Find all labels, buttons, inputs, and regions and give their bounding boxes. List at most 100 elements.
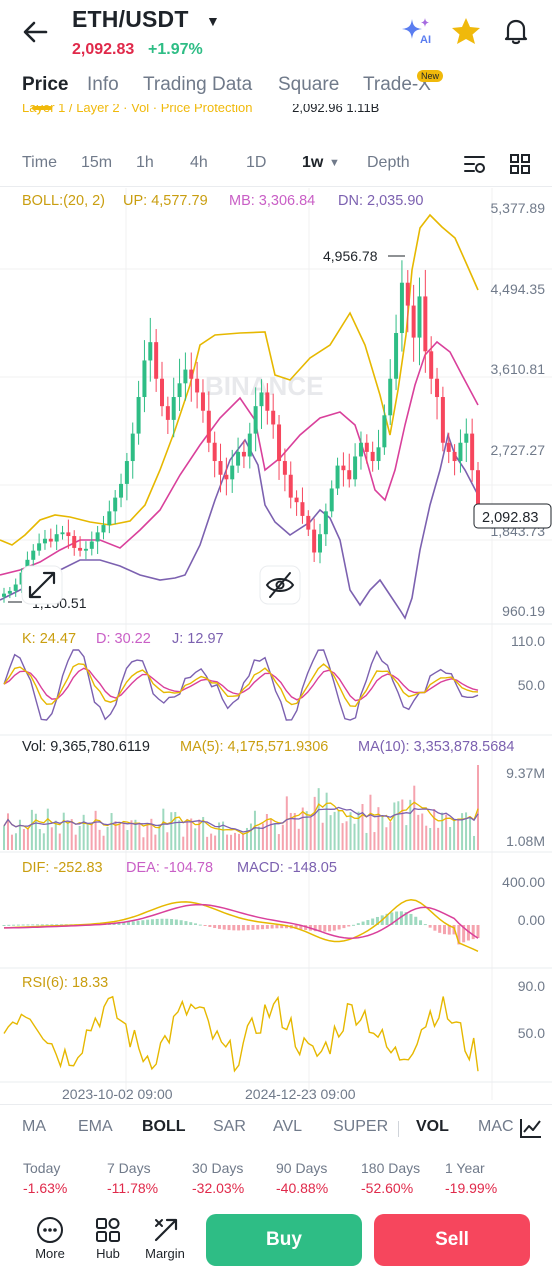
volume-bar [269,818,272,850]
candle-body [405,282,410,306]
volume-bar [3,825,5,850]
indicator-separator [398,1121,399,1137]
tab-trading-data[interactable]: Trading Data [143,74,252,96]
macd-bar [395,911,399,925]
volume-bar [86,823,89,850]
ticker-strip: Layer 1 / Layer 2 · Vol · Price Protecti… [22,104,542,120]
interval-1h[interactable]: 1h [136,154,154,172]
macd-bar [170,919,174,925]
interval-1w[interactable]: 1w [302,154,323,172]
boll-dn: DN: 2,035.90 [338,193,423,209]
volume-bar [285,796,288,850]
candle-body [411,305,416,338]
candle-body [224,474,229,480]
volume-bar [313,796,316,850]
interval-4h[interactable]: 4h [190,154,208,172]
sell-button[interactable]: Sell [374,1214,530,1266]
price-chart[interactable]: BINANCE BOLL:(20, 2) UP: 4,577.79 MB: 3,… [0,188,552,1103]
volume-bar [273,823,276,850]
perf-value-90d: -40.88% [276,1180,329,1196]
candle-body [253,406,258,434]
grid-layout-icon[interactable] [508,152,532,176]
interval-dropdown-icon[interactable]: ▼ [329,157,340,169]
candle-body [388,378,393,416]
volume-bar [397,801,400,850]
candle-body [119,483,124,498]
vol-ma10: MA(10): 3,353,878.5684 [358,739,514,755]
indicator-ema[interactable]: EMA [78,1118,113,1136]
candle-body [2,593,6,597]
indicator-ma[interactable]: MA [22,1118,46,1136]
macd-bar [160,918,164,925]
ai-sparkle-icon[interactable]: AI [400,16,434,46]
macd-bar [241,925,245,931]
macd-histogram [2,911,480,945]
chart-tools-icon[interactable] [518,1116,544,1140]
candle-body [247,433,252,457]
interval-1d[interactable]: 1D [246,154,266,172]
macd-bar [270,925,274,929]
volume-bar [38,829,41,850]
volume-bar [214,835,217,850]
hide-eye-icon[interactable] [259,565,301,605]
candle-body [54,534,59,542]
volume-bar [42,833,45,850]
volume-bar [361,804,364,850]
macd-bar [21,924,25,926]
candle-body [353,456,358,480]
price-axis-label: 2,727.27 [491,442,546,458]
macd-bar [328,925,332,932]
volume-bar [385,827,388,850]
macd-bar [184,921,188,925]
price-axis-label: 3,610.81 [491,361,546,377]
more-icon[interactable] [36,1216,64,1244]
candle-body [72,536,77,548]
interval-time[interactable]: Time [22,154,57,172]
volume-bar [26,827,29,850]
volume-bar [449,826,452,850]
symbol-dropdown-icon[interactable]: ▼ [206,13,220,29]
indicator-settings-icon[interactable] [462,152,488,176]
interval-depth[interactable]: Depth [367,154,410,172]
notification-bell-icon[interactable] [500,16,532,46]
volume-bar [389,821,392,850]
more-label[interactable]: More [22,1246,78,1261]
candle-body [206,410,211,443]
macd-bar [155,918,159,925]
indicator-avl[interactable]: AVL [273,1118,302,1136]
margin-label[interactable]: Margin [137,1246,193,1261]
candle-body [60,532,65,535]
volume-bar [373,832,376,850]
boll-mb: MB: 3,306.84 [229,193,315,209]
price-axis-label: 960.19 [502,603,545,619]
macd-bar [194,923,198,925]
fullscreen-expand-icon[interactable] [21,565,63,605]
volume-bar [118,823,121,850]
kdj-d: D: 30.22 [96,631,151,647]
price-axis-label: 4,494.35 [491,281,546,297]
macd-dea: DEA: -104.78 [126,860,213,876]
indicator-macd[interactable]: MACD [478,1118,514,1136]
volume-bar [421,813,424,850]
back-arrow-icon[interactable] [20,18,52,46]
hub-label[interactable]: Hub [80,1246,136,1261]
tab-square[interactable]: Square [278,74,339,96]
rsi-axis-label: 50.0 [518,1025,545,1041]
volume-bar [301,807,304,850]
volume-bar [369,794,372,850]
indicator-vol[interactable]: VOL [416,1118,449,1136]
tab-info[interactable]: Info [87,74,119,96]
interval-15m[interactable]: 15m [81,154,112,172]
macd-bar [150,919,154,925]
favorite-star-icon[interactable] [450,16,482,46]
indicator-sar[interactable]: SAR [213,1118,246,1136]
buy-button[interactable]: Buy [206,1214,362,1266]
symbol-title[interactable]: ETH/USDT [72,6,189,33]
volume-bar [154,834,157,850]
volume-bar [54,820,57,850]
indicator-super[interactable]: SUPER [333,1118,388,1136]
indicator-boll[interactable]: BOLL [142,1118,186,1136]
tab-price[interactable]: Price [22,74,68,96]
hub-icon[interactable] [94,1216,122,1244]
margin-icon[interactable] [152,1216,180,1244]
